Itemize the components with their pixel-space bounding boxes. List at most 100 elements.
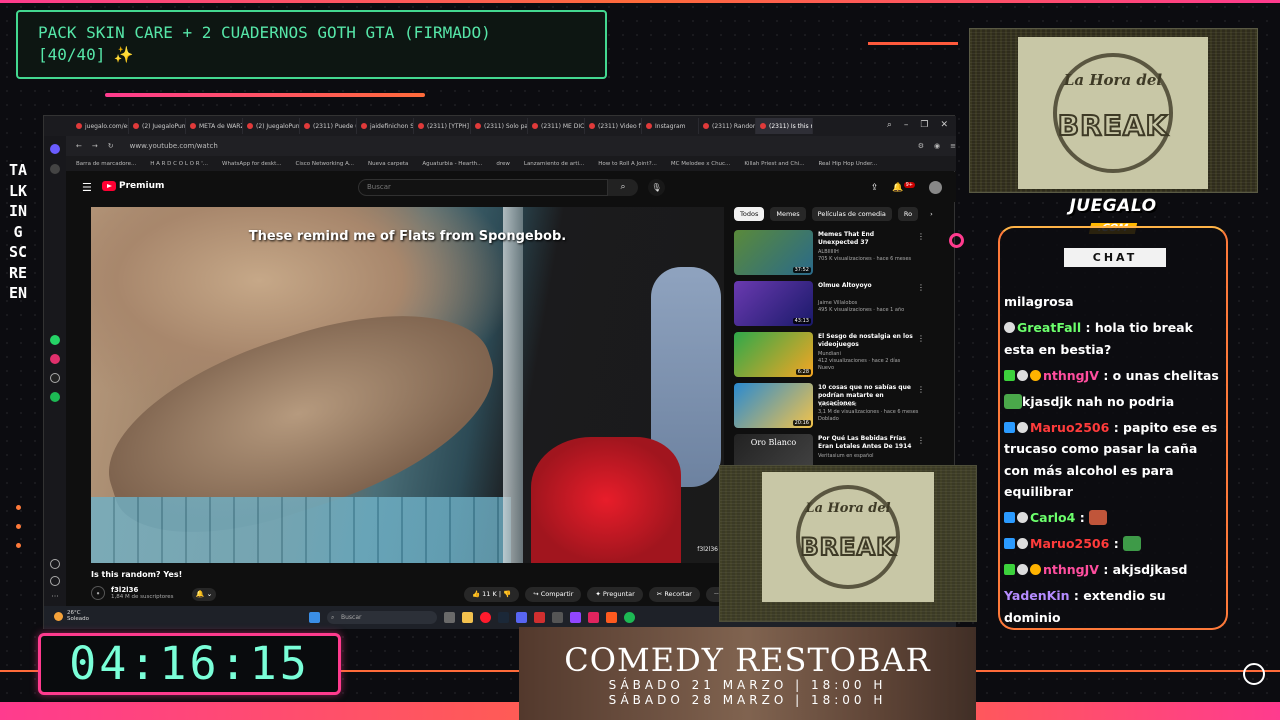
browser-tab[interactable]: (2311) Puede un xyxy=(300,118,357,134)
profile-icon[interactable]: ◉ xyxy=(934,142,940,150)
browser-tab[interactable]: (2) JuegaloPuntoC xyxy=(129,118,186,134)
chat-username[interactable]: nthngJV xyxy=(1043,562,1099,577)
app-icon[interactable] xyxy=(534,612,545,623)
file-explorer-icon[interactable] xyxy=(462,612,473,623)
search-tabs-icon[interactable]: ⌕ xyxy=(887,120,892,130)
clip-button[interactable]: ✂ Recortar xyxy=(648,587,700,602)
restore-icon[interactable]: ❐ xyxy=(920,120,928,130)
browser-tab[interactable]: (2311) [YTPH] C xyxy=(414,118,471,134)
recommendation-item[interactable]: 20:16 10 cosas que no sabías que podrían … xyxy=(734,383,929,432)
ask-button[interactable]: ✦ Preguntar xyxy=(587,587,643,602)
chat-username[interactable]: Maruo2506 xyxy=(1030,536,1109,551)
task-view-icon[interactable] xyxy=(444,612,455,623)
recommendation-title[interactable]: Memes That End Unexpected 37 xyxy=(818,231,913,247)
video-player[interactable]: These remind me of Flats from Spongebob.… xyxy=(91,207,724,563)
like-button[interactable]: 👍 11 K | 👎 xyxy=(464,587,520,602)
bookmark-item[interactable]: How to Roll A Joint?... xyxy=(598,161,657,167)
bookmark-item[interactable]: drew xyxy=(496,161,510,167)
bookmark-item[interactable]: Aguaturbia - Hearth... xyxy=(422,161,482,167)
browser-tab[interactable]: jaidefinichon Str xyxy=(357,118,414,134)
browser-tab[interactable]: META de WARZO xyxy=(186,118,243,134)
url-field[interactable]: www.youtube.com/watch xyxy=(124,140,908,153)
recommendation-title[interactable]: Por Qué Las Bebidas Frías Eran Letales A… xyxy=(818,435,913,451)
search-icon[interactable]: ⌕ xyxy=(608,179,638,196)
mic-icon[interactable]: 🎙 xyxy=(648,179,665,196)
recommendation-item[interactable]: 37:52 Memes That End Unexpected 37 ALBIIII… xyxy=(734,230,929,279)
chat-username[interactable]: GreatFall xyxy=(1017,320,1081,335)
bookmark-item[interactable]: Real Hip Hop Under... xyxy=(818,161,877,167)
youtube-logo[interactable]: Premium xyxy=(102,181,164,191)
app-icon[interactable] xyxy=(552,612,563,623)
video-thumbnail[interactable]: 6:28 xyxy=(734,332,813,377)
home-icon[interactable] xyxy=(50,164,60,174)
back-icon[interactable]: ← xyxy=(76,142,82,150)
bookmark-item[interactable]: Nueva carpeta xyxy=(368,161,408,167)
whatsapp-icon[interactable] xyxy=(50,335,60,345)
taskbar-search[interactable]: ⌕ Buscar xyxy=(327,611,437,624)
more-options-icon[interactable]: ⋮ xyxy=(917,334,925,343)
app-icon[interactable] xyxy=(588,612,599,623)
recommendation-title[interactable]: El Sesgo de nostalgia en los videojuegos xyxy=(818,333,913,349)
browser-tab[interactable]: (2311) Video fro xyxy=(585,118,642,134)
menu-icon[interactable]: ≡ xyxy=(950,142,956,150)
bookmark-item[interactable]: WhatsApp for deskt... xyxy=(222,161,281,167)
chat-username[interactable]: Carlo4 xyxy=(1030,510,1075,525)
channel-avatar[interactable]: ● xyxy=(91,586,105,600)
video-thumbnail[interactable]: 37:52 xyxy=(734,230,813,275)
recommendation-title[interactable]: Olmue Altoyoyo xyxy=(818,282,913,290)
bookmark-item[interactable]: MC Melodee x Chuc... xyxy=(671,161,730,167)
minimize-icon[interactable]: – xyxy=(904,120,909,130)
browser-tab[interactable]: (2311) Random xyxy=(699,118,756,134)
bookmark-item[interactable]: Cisco Networking A... xyxy=(296,161,355,167)
subscription-bell-button[interactable]: 🔔 ⌄ xyxy=(192,588,216,601)
hamburger-icon[interactable]: ☰ xyxy=(82,181,92,194)
chip[interactable]: Ro xyxy=(897,207,919,221)
browser-tab[interactable]: (2311) Is this rando xyxy=(756,118,813,134)
close-icon[interactable]: ✕ xyxy=(940,120,948,130)
heart-icon[interactable] xyxy=(50,559,60,569)
channel-info[interactable]: ● f3l2l36 1,84 M de suscriptores xyxy=(91,586,174,600)
more-options-icon[interactable]: ⋮ xyxy=(917,385,925,394)
opera-icon[interactable] xyxy=(480,612,491,623)
extensions-icon[interactable]: ⚙ xyxy=(918,142,924,150)
windows-start-icon[interactable] xyxy=(309,612,320,623)
app-icon[interactable] xyxy=(606,612,617,623)
weather-widget[interactable]: 26°C Soleado xyxy=(54,610,89,622)
browser-tab[interactable]: Instagram xyxy=(642,118,699,134)
browser-tab[interactable]: juegalo.com/es/ xyxy=(72,118,129,134)
more-options-icon[interactable]: ⋮ xyxy=(917,283,925,292)
history-icon[interactable] xyxy=(50,576,60,586)
instagram-icon[interactable] xyxy=(50,354,60,364)
browser-tab[interactable]: (2) JuegaloPunto xyxy=(243,118,300,134)
chat-username[interactable]: YadenKin xyxy=(1004,588,1070,603)
chip[interactable]: Memes xyxy=(770,207,806,221)
app-icon[interactable] xyxy=(570,612,581,623)
steam-icon[interactable] xyxy=(498,612,509,623)
bookmark-item[interactable]: Barra de marcadore... xyxy=(76,161,136,167)
forward-icon[interactable]: → xyxy=(92,142,98,150)
channel-name[interactable]: f3l2l36 xyxy=(111,586,174,594)
reload-icon[interactable]: ↻ xyxy=(108,142,114,150)
chip[interactable]: Todos xyxy=(734,207,765,221)
tiktok-icon[interactable] xyxy=(50,373,60,383)
chat-username[interactable]: nthngJV xyxy=(1043,368,1099,383)
video-thumbnail[interactable]: 20:16 xyxy=(734,383,813,428)
opera-ai-icon[interactable] xyxy=(50,144,60,154)
recommendation-item[interactable]: 43:13 Olmue Altoyoyo Jaime Villalobos 495 K… xyxy=(734,281,929,330)
upload-icon[interactable]: ⇪ xyxy=(871,183,879,193)
bell-icon[interactable]: 🔔 xyxy=(892,183,903,193)
spotify-icon[interactable] xyxy=(50,392,60,402)
bookmark-item[interactable]: Lanzamiento de arti... xyxy=(524,161,584,167)
search-input[interactable]: Buscar xyxy=(358,179,608,196)
more-options-icon[interactable]: ⋮ xyxy=(917,436,925,445)
more-options-icon[interactable]: ⋮ xyxy=(917,232,925,241)
chevron-right-icon[interactable]: › xyxy=(924,207,939,221)
bookmark-item[interactable]: Killah Priest and Chi... xyxy=(744,161,804,167)
share-button[interactable]: ↪ Compartir xyxy=(525,587,582,602)
chat-username[interactable]: Maruo2506 xyxy=(1030,420,1109,435)
avatar[interactable] xyxy=(929,181,942,194)
browser-tab[interactable]: (2311) Solo pasa xyxy=(471,118,528,134)
video-thumbnail[interactable]: 43:13 xyxy=(734,281,813,326)
spotify-icon[interactable] xyxy=(624,612,635,623)
browser-tab[interactable]: (2311) ME DICE xyxy=(528,118,585,134)
